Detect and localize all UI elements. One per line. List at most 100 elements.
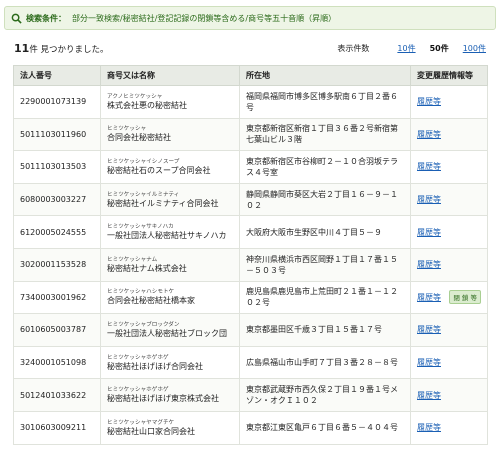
name-cell: ヒミツケッシャナム 秘密結社ナム株式会社 — [100, 247, 240, 282]
history-cell: 履歴等 — [410, 117, 488, 152]
history-link[interactable]: 履歴等 — [417, 194, 441, 205]
history-link[interactable]: 履歴等 — [417, 422, 441, 433]
history-link[interactable]: 履歴等 — [417, 259, 441, 270]
address-cell: 福岡県福岡市博多区博多駅南６丁目２番６号 — [239, 85, 411, 119]
table-header-row: 法人番号 商号又は名称 所在地 変更履歴情報等 — [13, 65, 488, 86]
history-cell: 履歴等 — [410, 313, 488, 347]
table-row: 5011103011960 ヒミツケッシャ 合同会社秘密結社 東京都新宿区新宿１丁目３… — [13, 117, 488, 152]
history-link[interactable]: 履歴等 — [417, 292, 441, 303]
table-row: 3240001051098 ヒミツケッシャホゲホゲ 秘密結社ほげほげ合同会社 広島県福… — [13, 345, 488, 380]
corporate-number: 2290001073139 — [20, 97, 87, 107]
history-link[interactable]: 履歴等 — [417, 96, 441, 107]
name-cell: ヒミツケッシャハシモトケ 合同会社秘密結社橋本家 — [100, 280, 240, 315]
corporate-number-cell: 5012401033622 — [13, 378, 101, 412]
address-cell: 鹿児島県鹿児島市上荒田町２１番１－１２０２号 — [239, 280, 411, 315]
address-text: 東京都江東区亀戸６丁目６番５－４０４号 — [246, 423, 398, 433]
result-count-number: 11 — [14, 41, 30, 55]
name-kana: ヒミツケッシャイルミナティ — [107, 191, 180, 198]
company-name: 秘密結社ほげほげ合同会社 — [107, 361, 203, 371]
history-cell: 履歴等 — [410, 378, 488, 412]
corporate-number-cell: 6010605003787 — [13, 313, 101, 347]
address-text: 静岡県静岡市葵区大岩２丁目１６－９－１０２ — [246, 189, 398, 210]
name-kana: ヒミツケッシャナム — [107, 256, 158, 263]
header-name[interactable]: 商号又は名称 — [100, 65, 240, 86]
history-link[interactable]: 履歴等 — [417, 227, 441, 238]
history-link[interactable]: 履歴等 — [417, 390, 441, 401]
name-kana: ヒミツケッシャヤマグチケ — [107, 419, 175, 426]
address-cell: 東京都新宿区市谷柳町２－１０合羽坂テラス４号室 — [239, 150, 411, 184]
name-cell: ヒミツケッシャホゲホゲ 秘密結社ほげほげ東京株式会社 — [100, 378, 240, 412]
per-page-100-link[interactable]: 100件 — [463, 43, 486, 54]
company-name: 秘密結社石のスープ合同会社 — [107, 165, 211, 175]
corporate-number-cell: 5011103011960 — [13, 117, 101, 152]
corporate-number: 6010605003787 — [20, 325, 87, 335]
per-page-label: 表示件数 — [337, 43, 370, 53]
history-link[interactable]: 履歴等 — [417, 161, 441, 172]
name-kana: ヒミツケッシャホゲホゲ — [107, 387, 169, 394]
address-text: 鹿児島県鹿児島市上荒田町２１番１－１２０２号 — [246, 287, 398, 308]
address-cell: 東京都江東区亀戸６丁目６番５－４０４号 — [239, 410, 411, 445]
corporate-number-cell: 6080003003227 — [13, 182, 101, 217]
company-name: 株式会社悪の秘密結社 — [107, 100, 187, 110]
closed-badge: 閉 鎖 等 — [449, 290, 481, 305]
history-link[interactable]: 履歴等 — [417, 357, 441, 368]
address-text: 大阪府大阪市生野区中川４丁目５－９ — [246, 227, 382, 237]
result-count-suffix: 件 見つかりました。 — [29, 44, 109, 55]
name-cell: ヒミツケッシャホゲホゲ 秘密結社ほげほげ合同会社 — [100, 345, 240, 380]
corporate-number: 5011103013503 — [20, 162, 87, 172]
history-link[interactable]: 履歴等 — [417, 324, 441, 335]
per-page-10-link[interactable]: 10件 — [397, 43, 415, 54]
corporate-number: 3020001153528 — [20, 260, 87, 270]
corporate-number-cell: 3020001153528 — [13, 247, 101, 282]
name-kana: ヒミツケッシャホゲホゲ — [107, 354, 169, 361]
address-cell: 神奈川県横浜市西区岡野１丁目１７番１５－５０３号 — [239, 247, 411, 282]
corporate-number: 7340003001962 — [20, 292, 87, 302]
name-cell: ヒミツケッシャイルミナティ 秘密結社イルミナティ合同会社 — [100, 182, 240, 217]
name-cell: ヒミツケッシャヤマグチケ 秘密結社山口家合同会社 — [100, 410, 240, 445]
corporate-number-cell: 2290001073139 — [13, 85, 101, 119]
history-link[interactable]: 履歴等 — [417, 129, 441, 140]
history-cell: 履歴等 — [410, 247, 488, 282]
header-address[interactable]: 所在地 — [239, 65, 411, 86]
corporate-number-cell: 7340003001962 — [13, 280, 101, 315]
corporate-number-cell: 3010603009211 — [13, 410, 101, 445]
corporate-number-cell: 3240001051098 — [13, 345, 101, 380]
company-name: 秘密結社イルミナティ合同会社 — [107, 198, 219, 208]
table-row: 3020001153528 ヒミツケッシャナム 秘密結社ナム株式会社 神奈川県横浜市西… — [13, 247, 488, 282]
search-condition-bar: 検索条件： 部分一致検索/秘密結社/登記記録の閉鎖等含める/商号等五十音順（昇順… — [4, 6, 496, 30]
address-text: 広島県福山市山手町７丁目３番２８－８号 — [246, 358, 398, 368]
result-count-row: 11件 見つかりました。 表示件数 10件 50件 100件 — [14, 38, 486, 58]
company-name: 合同会社秘密結社 — [107, 133, 171, 143]
address-cell: 広島県福山市山手町７丁目３番２８－８号 — [239, 345, 411, 380]
company-name: 秘密結社山口家合同会社 — [107, 426, 195, 436]
name-kana: ヒミツケッシャブロックダン — [107, 321, 180, 328]
address-text: 東京都新宿区市谷柳町２－１０合羽坂テラス４号室 — [246, 156, 398, 177]
company-name: 秘密結社ほげほげ東京株式会社 — [107, 394, 219, 404]
address-cell: 東京都新宿区新宿１丁目３６番２号新宿第七葉山ビル３階 — [239, 117, 411, 152]
name-cell: ヒミツケッシャブロックダン 一般社団法人秘密結社ブロック団 — [100, 313, 240, 347]
corporate-number-cell: 6120005024555 — [13, 215, 101, 249]
address-cell: 大阪府大阪市生野区中川４丁目５－９ — [239, 215, 411, 249]
search-icon — [11, 13, 22, 24]
name-cell: ヒミツケッシャ 合同会社秘密結社 — [100, 117, 240, 152]
table-row: 2290001073139 アクノヒミツケッシャ 株式会社悪の秘密結社 福岡県福岡市博… — [13, 85, 488, 119]
company-name: 一般社団法人秘密結社サキノハカ — [107, 231, 227, 241]
header-history: 変更履歴情報等 — [410, 65, 488, 86]
condition-label: 検索条件： — [26, 13, 66, 23]
results-table: 法人番号 商号又は名称 所在地 変更履歴情報等 2290001073139 アクノ… — [13, 65, 488, 445]
table-row: 6120005024555 ヒミツケッシャサキノハカ 一般社団法人秘密結社サキノハカ… — [13, 215, 488, 249]
company-name: 一般社団法人秘密結社ブロック団 — [107, 328, 227, 338]
address-text: 東京都新宿区新宿１丁目３６番２号新宿第七葉山ビル３階 — [246, 124, 398, 145]
table-row: 3010603009211 ヒミツケッシャヤマグチケ 秘密結社山口家合同会社 東京都江… — [13, 410, 488, 445]
corporate-number: 3010603009211 — [20, 423, 87, 433]
header-corporate-number[interactable]: 法人番号 — [13, 65, 101, 86]
corporate-number: 5012401033622 — [20, 390, 87, 400]
corporate-number: 6120005024555 — [20, 227, 87, 237]
table-row: 6080003003227 ヒミツケッシャイルミナティ 秘密結社イルミナティ合同会社… — [13, 182, 488, 217]
table-row: 5011103013503 ヒミツケッシャイシノスープ 秘密結社石のスープ合同会社東… — [13, 150, 488, 184]
corporate-number: 5011103011960 — [20, 129, 87, 139]
history-cell: 履歴等 — [410, 85, 488, 119]
address-cell: 東京都墨田区千歳３丁目１５番１７号 — [239, 313, 411, 347]
table-row: 5012401033622 ヒミツケッシャホゲホゲ 秘密結社ほげほげ東京株式会社 東京… — [13, 378, 488, 412]
address-text: 福岡県福岡市博多区博多駅南６丁目２番６号 — [246, 91, 398, 112]
